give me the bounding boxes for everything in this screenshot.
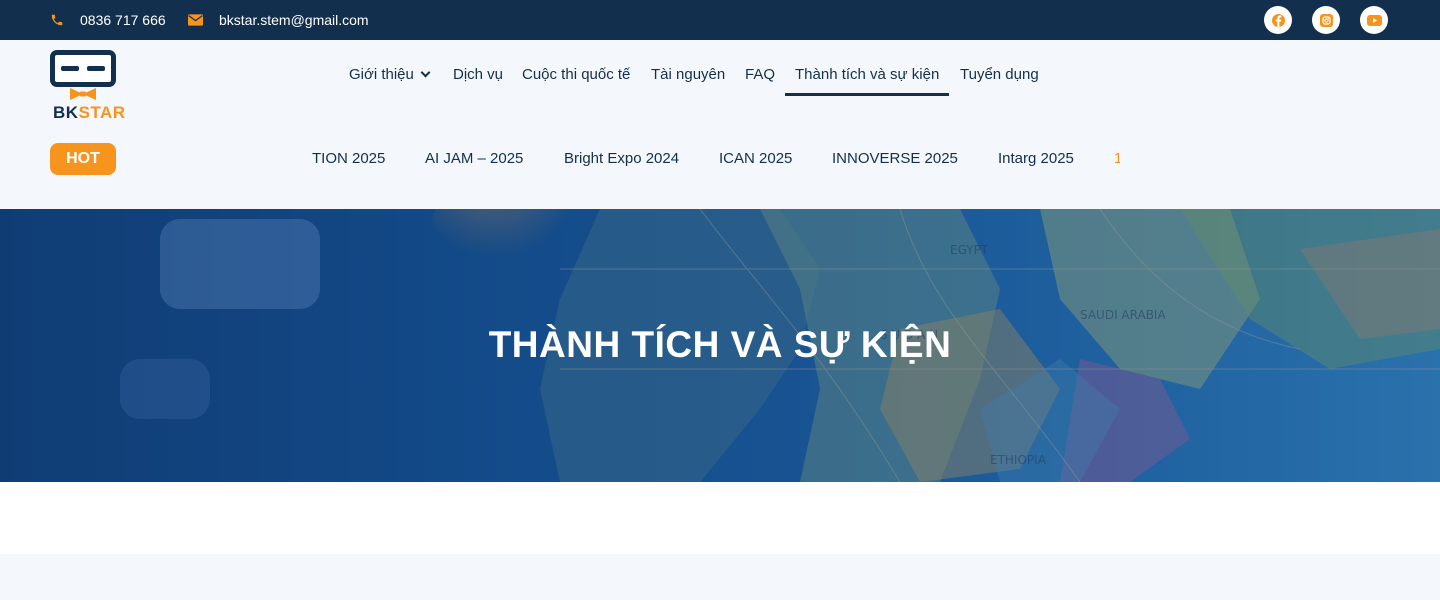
nav-label: Tuyển dụng xyxy=(960,66,1039,83)
logo-wordmark: BKSTAR xyxy=(53,103,126,122)
ticker-item[interactable]: INNOVERSE 2025 xyxy=(832,143,958,175)
page-title: THÀNH TÍCH VÀ SỰ KIỆN xyxy=(488,324,952,365)
ticker-item[interactable]: AI JAM – 2025 xyxy=(425,143,523,175)
top-bar: 0836 717 666 bkstar.stem@gmail.com xyxy=(0,0,1440,40)
youtube-icon xyxy=(1366,14,1382,26)
hot-badge[interactable]: HOT xyxy=(50,143,116,175)
ticker-item[interactable]: ICAN 2025 xyxy=(719,143,792,175)
phone-contact[interactable]: 0836 717 666 xyxy=(50,0,166,40)
youtube-link[interactable] xyxy=(1360,6,1388,34)
nav-item-tai-nguyen[interactable]: Tài nguyên xyxy=(651,63,725,95)
nav-item-faq[interactable]: FAQ xyxy=(745,63,775,95)
phone-number: 0836 717 666 xyxy=(80,12,166,28)
nav-label: FAQ xyxy=(745,66,776,83)
facebook-link[interactable] xyxy=(1264,6,1292,34)
ticker-item[interactable]: Bright Expo 2024 xyxy=(564,143,679,175)
nav-label: Cuộc thi quốc tế xyxy=(522,66,631,83)
nav-item-cuoc-thi-quoc-te[interactable]: Cuộc thi quốc tế xyxy=(522,63,630,95)
nav-label: Thành tích và sự kiện xyxy=(795,66,940,83)
content-footer-band xyxy=(0,554,1440,600)
news-ticker: TION 2025 AI JAM – 2025 Bright Expo 2024… xyxy=(300,143,1120,175)
instagram-link[interactable] xyxy=(1312,6,1340,34)
nav-item-gioi-thieu[interactable]: Giới thiệu xyxy=(349,63,431,95)
nav-item-tuyen-dung[interactable]: Tuyển dụng xyxy=(960,63,1039,95)
nav-label: Giới thiệu xyxy=(349,66,414,83)
phone-icon xyxy=(51,14,63,26)
chevron-down-icon xyxy=(420,67,431,78)
main-navigation: Giới thiệu Dịch vụ Cuộc thi quốc tế Tài … xyxy=(0,63,1440,96)
nav-label: Tài nguyên xyxy=(651,66,726,83)
nav-item-dich-vu[interactable]: Dịch vụ xyxy=(453,63,503,95)
ticker-item[interactable]: TION 2025 xyxy=(312,143,385,175)
hero-banner: EGYPT SAUDI ARABIA S U D A N ETHIOPIA TH… xyxy=(0,209,1440,482)
nav-label: Dịch vụ xyxy=(453,66,504,83)
ticker-item[interactable]: 1 xyxy=(1114,143,1120,175)
nav-item-thanh-tich[interactable]: Thành tích và sự kiện xyxy=(784,63,950,96)
instagram-icon xyxy=(1319,13,1333,27)
envelope-icon xyxy=(188,14,203,26)
ticker-item[interactable]: Intarg 2025 xyxy=(998,143,1074,175)
email-contact[interactable]: bkstar.stem@gmail.com xyxy=(188,0,369,40)
content-area xyxy=(0,482,1440,554)
email-address: bkstar.stem@gmail.com xyxy=(219,12,369,28)
main-header: BKSTAR Giới thiệu Dịch vụ Cuộc thi quốc … xyxy=(0,40,1440,189)
facebook-icon xyxy=(1271,13,1285,27)
